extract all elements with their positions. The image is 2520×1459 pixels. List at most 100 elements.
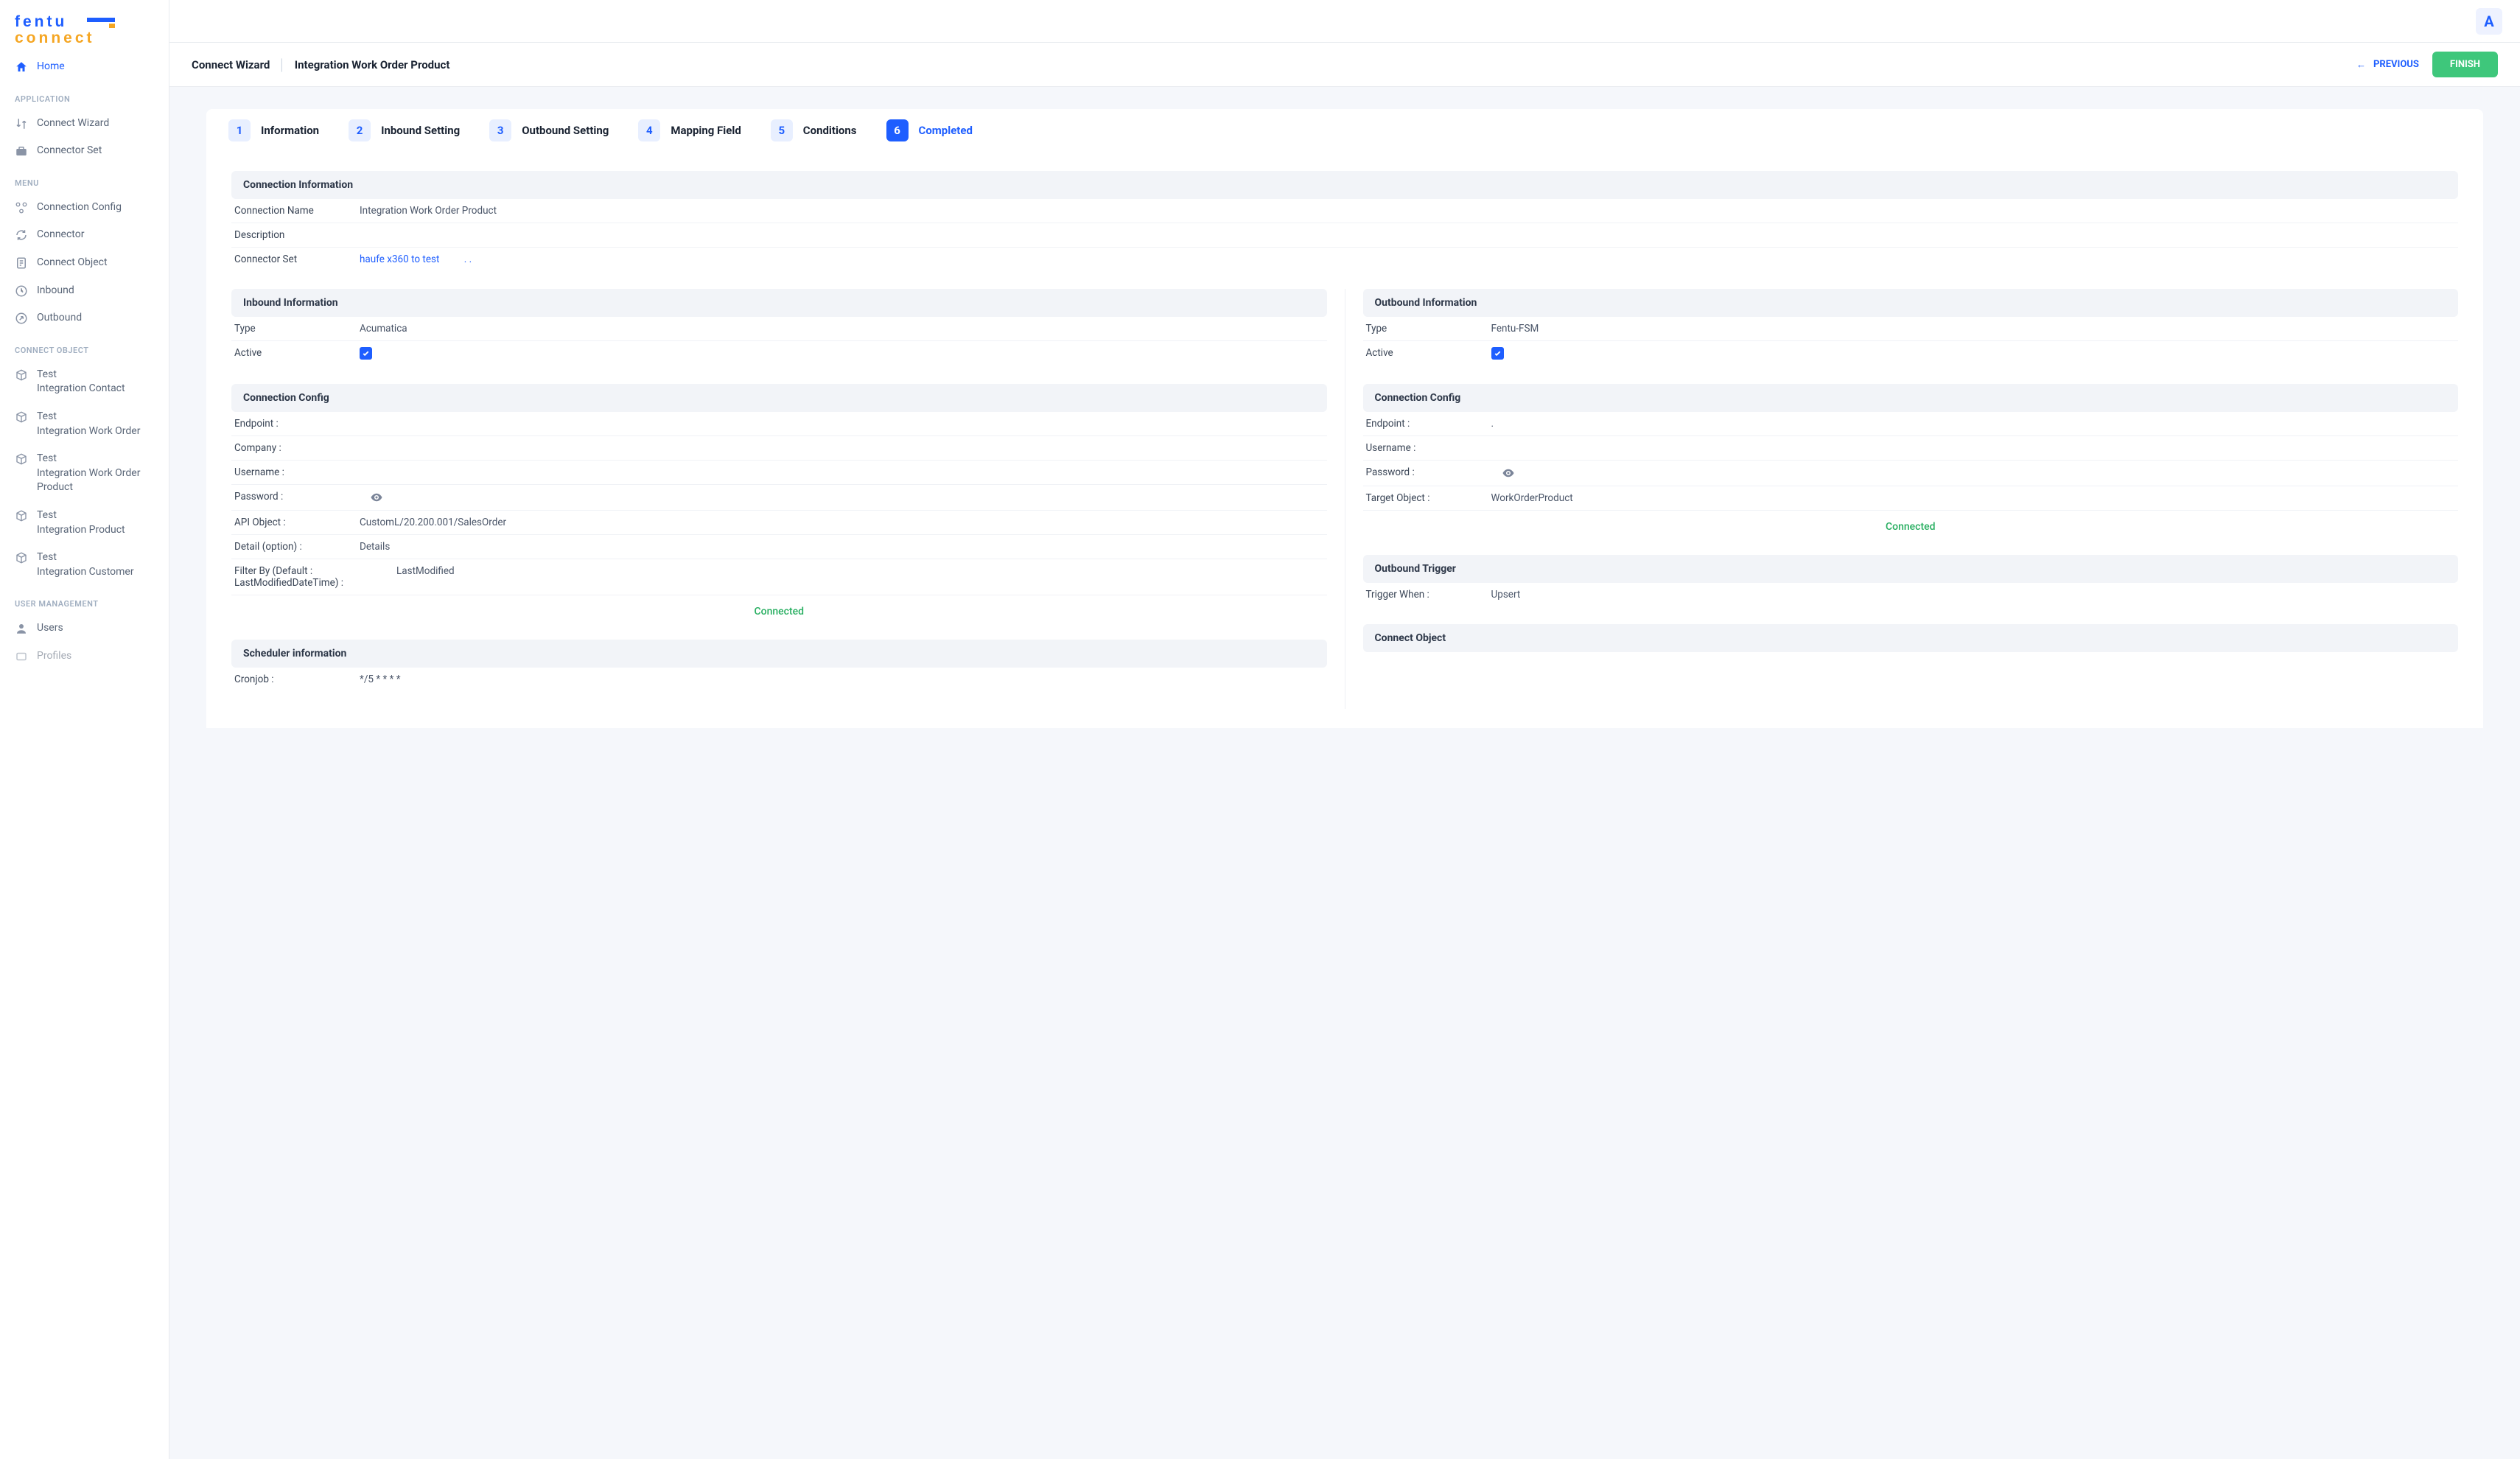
step-number: 3: [489, 119, 511, 141]
step-conditions[interactable]: 5 Conditions: [771, 119, 857, 141]
field-label: Endpoint :: [234, 418, 360, 430]
field-label: Username :: [1366, 442, 1491, 454]
svg-text:connect: connect: [15, 29, 95, 46]
arrow-left-icon: ←: [2356, 59, 2366, 71]
sidebar-item-test-integration-contact[interactable]: Test Integration Contact: [0, 361, 169, 403]
stepper: 1 Information 2 Inbound Setting 3 Outbou…: [206, 109, 2483, 152]
outbound-connection-config-card: Connection Config Endpoint : . Username …: [1363, 384, 2459, 537]
outbound-username-value: [1491, 442, 2456, 454]
eye-icon[interactable]: [370, 491, 383, 504]
sidebar-item-test-integration-customer[interactable]: Test Integration Customer: [0, 544, 169, 586]
card-title: Scheduler information: [231, 640, 1327, 668]
step-outbound-setting[interactable]: 3 Outbound Setting: [489, 119, 609, 141]
step-label: Mapping Field: [671, 124, 741, 137]
sidebar-item-label: Connect Wizard: [37, 116, 109, 131]
sidebar-item-connect-object[interactable]: Connect Object: [0, 249, 169, 277]
card-title: Connection Config: [231, 384, 1327, 412]
sidebar-item-inbound[interactable]: Inbound: [0, 277, 169, 305]
sidebar-item-test-integration-product[interactable]: Test Integration Product: [0, 502, 169, 544]
inbound-active-checkbox[interactable]: [360, 347, 372, 360]
sidebar-heading-user-management: USER MANAGEMENT: [0, 599, 169, 615]
step-number: 6: [886, 119, 909, 141]
step-completed[interactable]: 6 Completed: [886, 119, 973, 141]
sidebar-item-connector-set[interactable]: Connector Set: [0, 137, 169, 165]
sidebar-item-label: Inbound: [37, 284, 74, 298]
connector-set-link[interactable]: haufe x360 to test . .: [360, 253, 2455, 265]
step-information[interactable]: 1 Information: [228, 119, 319, 141]
inbound-type-value: Acumatica: [360, 323, 1324, 335]
sidebar-item-test-integration-work-order-product[interactable]: Test Integration Work Order Product: [0, 445, 169, 502]
doc-icon: [15, 256, 28, 270]
inbound-api-object-value: CustomL/20.200.001/SalesOrder: [360, 517, 1324, 528]
step-number: 2: [349, 119, 371, 141]
step-label: Outbound Setting: [522, 124, 609, 137]
sidebar-item-connect-wizard[interactable]: Connect Wizard: [0, 110, 169, 138]
field-label: Trigger When :: [1366, 589, 1491, 601]
step-mapping-field[interactable]: 4 Mapping Field: [638, 119, 741, 141]
sidebar-item-label: Connector Set: [37, 144, 102, 158]
user-icon: [15, 622, 28, 635]
field-label: Target Object :: [1366, 492, 1491, 504]
arrows-icon: [15, 117, 28, 130]
sidebar-item-label: Test Integration Contact: [37, 368, 125, 396]
sidebar-item-label: Test Integration Work Order Product: [37, 452, 154, 495]
field-label: Password :: [1366, 466, 1491, 480]
description-value: [360, 229, 2455, 241]
cube-icon: [15, 452, 28, 466]
inbound-filter-value: LastModified: [396, 565, 1324, 589]
step-label: Completed: [919, 124, 973, 137]
sidebar-item-outbound[interactable]: Outbound: [0, 304, 169, 332]
field-label: Description: [234, 229, 360, 241]
step-number: 4: [638, 119, 660, 141]
step-number: 5: [771, 119, 793, 141]
previous-button[interactable]: ← PREVIOUS: [2356, 59, 2419, 71]
field-label: Endpoint :: [1366, 418, 1491, 430]
sidebar-item-label: Connection Config: [37, 200, 122, 215]
connection-name-value: Integration Work Order Product: [360, 205, 2455, 217]
cube-icon: [15, 551, 28, 564]
logo[interactable]: fentu connect: [0, 13, 169, 53]
sidebar-item-label: Test Integration Work Order: [37, 410, 140, 438]
sidebar-item-label: Outbound: [37, 311, 82, 326]
sidebar-item-connection-config[interactable]: Connection Config: [0, 194, 169, 222]
breadcrumb-root[interactable]: Connect Wizard: [192, 58, 270, 71]
field-label: Username :: [234, 466, 360, 478]
inbound-connected-status: Connected: [231, 595, 1327, 622]
sidebar-item-label: Test Integration Customer: [37, 550, 134, 579]
field-label: Active: [234, 347, 360, 360]
step-number: 1: [228, 119, 251, 141]
sidebar-item-users[interactable]: Users: [0, 615, 169, 643]
sidebar-item-label: Users: [37, 621, 63, 636]
avatar-button[interactable]: A: [2476, 8, 2502, 35]
field-label: Type: [1366, 323, 1491, 335]
sidebar-heading-menu: MENU: [0, 178, 169, 194]
inbound-endpoint-value: [360, 418, 1324, 430]
sidebar-item-home[interactable]: Home: [0, 53, 169, 81]
page-header: Connect Wizard │ Integration Work Order …: [169, 43, 2520, 87]
sidebar-item-label: Test Integration Product: [37, 508, 125, 537]
sidebar-heading-application: APPLICATION: [0, 94, 169, 110]
outbound-connected-status: Connected: [1363, 511, 2459, 537]
sidebar-item-test-integration-work-order[interactable]: Test Integration Work Order: [0, 403, 169, 445]
sidebar-item-label: Connector: [37, 228, 84, 242]
finish-button[interactable]: FINISH: [2432, 52, 2498, 77]
sidebar-item-profiles[interactable]: Profiles: [0, 643, 169, 671]
profiles-icon: [15, 650, 28, 663]
connect-object-card: Connect Object: [1363, 624, 2459, 652]
cube-icon: [15, 509, 28, 522]
sidebar-item-label: Connect Object: [37, 256, 108, 270]
sidebar-item-connector[interactable]: Connector: [0, 221, 169, 249]
outbound-type-value: Fentu-FSM: [1491, 323, 2456, 335]
outbound-active-checkbox[interactable]: [1491, 347, 1504, 360]
outbound-trigger-card: Outbound Trigger Trigger When : Upsert: [1363, 555, 2459, 606]
cronjob-value: */5 * * * *: [360, 673, 1324, 685]
eye-icon[interactable]: [1502, 466, 1515, 480]
inbound-detail-value: Details: [360, 541, 1324, 553]
modules-icon: [15, 201, 28, 214]
field-label: Filter By (Default : LastModifiedDateTim…: [234, 565, 396, 589]
step-label: Information: [261, 124, 319, 137]
step-inbound-setting[interactable]: 2 Inbound Setting: [349, 119, 460, 141]
sidebar-item-label: Profiles: [37, 649, 71, 664]
field-label: Type: [234, 323, 360, 335]
field-label: Connection Name: [234, 205, 360, 217]
